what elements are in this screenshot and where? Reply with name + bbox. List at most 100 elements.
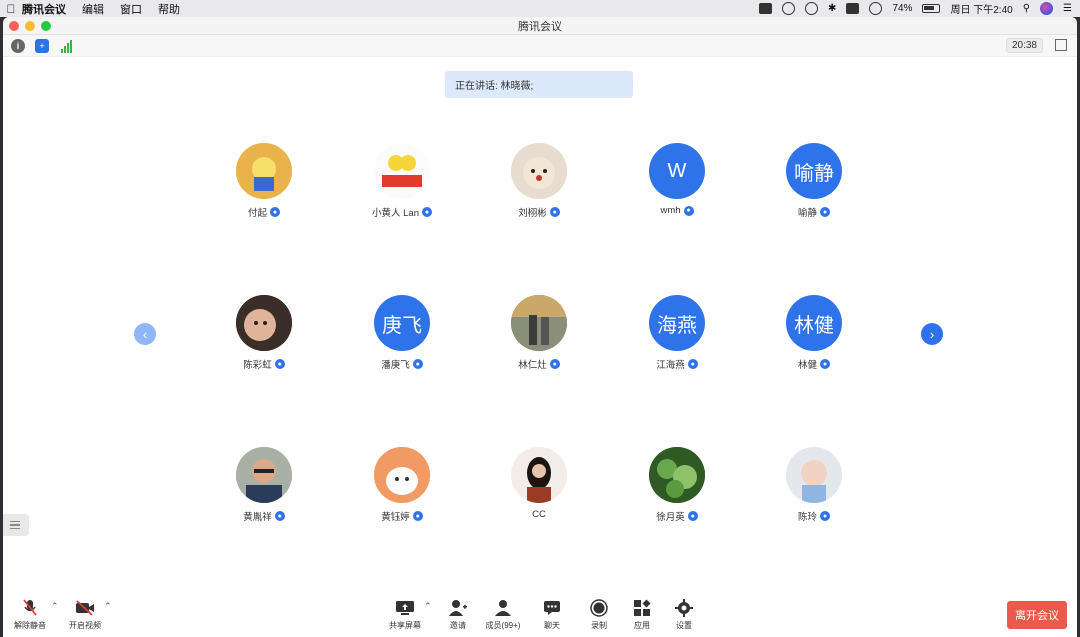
mic-icon: ● xyxy=(549,207,560,217)
wechat-icon[interactable] xyxy=(782,2,796,15)
mic-muted-icon xyxy=(20,599,40,617)
invite-button[interactable]: 邀请 xyxy=(433,599,483,631)
share-options-caret[interactable]: ⌃ xyxy=(424,601,432,612)
participant-name: 陈彩虹 xyxy=(243,360,272,371)
participant-name: 徐月英 xyxy=(656,512,685,523)
mic-icon: ● xyxy=(820,359,830,369)
participant-tile[interactable]: 陈彩虹 ● xyxy=(214,295,314,375)
participant-tile[interactable]: 小黄人 Lan ● xyxy=(352,143,452,223)
previous-page-button[interactable]: ‹ xyxy=(134,323,156,345)
menu-app[interactable]: 腾讯会议 xyxy=(22,1,66,17)
chat-button[interactable]: 聊天 xyxy=(527,599,577,631)
avatar xyxy=(511,295,567,351)
siri-icon[interactable] xyxy=(1040,2,1054,15)
participant-grid: 付起 ● 小黄人 Lan ● 刘栩彬 ● W wmh ● 喻静 喻静 ● 陈彩虹… xyxy=(3,17,1077,637)
menu-window[interactable]: 窗口 xyxy=(120,1,142,17)
mic-icon: ● xyxy=(422,207,432,217)
leave-meeting-button[interactable]: 离开会议 xyxy=(1007,601,1067,629)
unmute-label: 解除静音 xyxy=(14,621,46,630)
participant-tile[interactable]: 黄钰婷 ● xyxy=(352,447,452,527)
avatar xyxy=(374,447,430,503)
participant-name: 林健 xyxy=(797,360,817,371)
avatar xyxy=(511,143,567,199)
participant-tile[interactable]: 海燕 江海燕 ● xyxy=(627,295,727,375)
share-screen-icon xyxy=(395,599,415,617)
member-list-toggle[interactable] xyxy=(3,514,29,536)
avatar: W xyxy=(649,143,705,199)
participant-tile[interactable]: 陈玲 ● xyxy=(764,447,864,527)
input-method-icon[interactable] xyxy=(846,3,860,14)
cloud-icon[interactable] xyxy=(805,2,819,15)
avatar xyxy=(236,143,292,199)
start-video-button[interactable]: 开启视频 xyxy=(60,599,110,631)
participant-name: 喻静 xyxy=(797,208,817,219)
participant-tile[interactable]: 黄胤祥 ● xyxy=(214,447,314,527)
start-video-label: 开启视频 xyxy=(69,621,101,630)
battery-icon[interactable] xyxy=(922,4,941,13)
battery-percent: 74% xyxy=(892,3,913,14)
participant-name: 林仁灶 xyxy=(518,360,547,371)
share-screen-label: 共享屏幕 xyxy=(389,621,421,630)
avatar xyxy=(786,447,842,503)
gear-icon xyxy=(674,599,694,617)
mic-icon: ● xyxy=(412,511,423,521)
avatar xyxy=(374,143,430,199)
wps-icon[interactable] xyxy=(759,3,773,14)
participant-name: 陈玲 xyxy=(797,512,817,523)
menu-help[interactable]: 帮助 xyxy=(158,1,180,17)
participant-name: 刘栩彬 xyxy=(518,208,547,219)
apple-icon[interactable]:  xyxy=(0,2,22,16)
settings-button[interactable]: 设置 xyxy=(659,599,709,631)
members-button[interactable]: 成员(99+) xyxy=(478,599,528,631)
mic-icon: ● xyxy=(820,511,830,521)
next-page-button[interactable]: › xyxy=(921,323,943,345)
participant-tile[interactable]: CC xyxy=(489,447,589,527)
camera-off-icon xyxy=(75,599,95,617)
mic-icon: ● xyxy=(820,207,830,217)
share-screen-button[interactable]: 共享屏幕 xyxy=(380,599,430,631)
participant-name: 小黄人 Lan xyxy=(372,208,419,219)
mic-icon: ● xyxy=(683,205,694,216)
macos-menubar:  腾讯会议 编辑 窗口 帮助 ✱ 74% 周日 下午2:40 ⚲ ☰ xyxy=(0,0,1080,17)
invite-label: 邀请 xyxy=(450,621,466,630)
participant-tile[interactable]: 林仁灶 ● xyxy=(489,295,589,375)
wifi-icon[interactable] xyxy=(869,2,883,15)
avatar: 庚飞 xyxy=(374,295,430,351)
members-icon xyxy=(493,599,513,617)
record-label: 录制 xyxy=(591,621,607,630)
members-label: 成员(99+) xyxy=(485,621,521,630)
settings-label: 设置 xyxy=(676,621,692,630)
participant-tile[interactable]: 付起 ● xyxy=(214,143,314,223)
mic-icon: ● xyxy=(274,511,285,521)
menu-edit[interactable]: 编辑 xyxy=(82,1,104,17)
control-center-icon[interactable]: ☰ xyxy=(1063,3,1072,14)
participant-tile[interactable]: 喻静 喻静 ● xyxy=(764,143,864,223)
avatar xyxy=(649,447,705,503)
participant-name: wmh xyxy=(660,205,681,216)
record-icon xyxy=(589,599,609,617)
participant-tile[interactable]: 庚飞 潘庚飞 ● xyxy=(352,295,452,375)
participant-tile[interactable]: 刘栩彬 ● xyxy=(489,143,589,223)
apps-label: 应用 xyxy=(634,621,650,630)
participant-name: 江海燕 xyxy=(656,360,685,371)
video-options-caret[interactable]: ⌃ xyxy=(104,601,112,612)
participant-tile[interactable]: 林健 林健 ● xyxy=(764,295,864,375)
menubar-clock[interactable]: 周日 下午2:40 xyxy=(950,1,1012,16)
participant-name: 付起 xyxy=(247,208,267,219)
meeting-controls: 解除静音 ⌃ 开启视频 ⌃ 共享屏幕 ⌃ 邀请 成员(99+) 聊天 录制 应用… xyxy=(3,591,1077,637)
participant-name: 潘庚飞 xyxy=(381,360,410,371)
avatar xyxy=(236,295,292,351)
audio-options-caret[interactable]: ⌃ xyxy=(51,601,59,612)
unmute-button[interactable]: 解除静音 xyxy=(5,599,55,631)
mic-icon: ● xyxy=(274,359,285,369)
avatar: 喻静 xyxy=(786,143,842,199)
avatar xyxy=(511,447,567,503)
mic-icon: ● xyxy=(549,359,560,369)
participant-tile[interactable]: 徐月英 ● xyxy=(627,447,727,527)
chat-label: 聊天 xyxy=(544,621,560,630)
participant-name: CC xyxy=(532,509,546,520)
spotlight-icon[interactable]: ⚲ xyxy=(1023,3,1030,14)
bluetooth-icon[interactable]: ✱ xyxy=(828,3,836,14)
avatar xyxy=(236,447,292,503)
participant-tile[interactable]: W wmh ● xyxy=(627,143,727,223)
